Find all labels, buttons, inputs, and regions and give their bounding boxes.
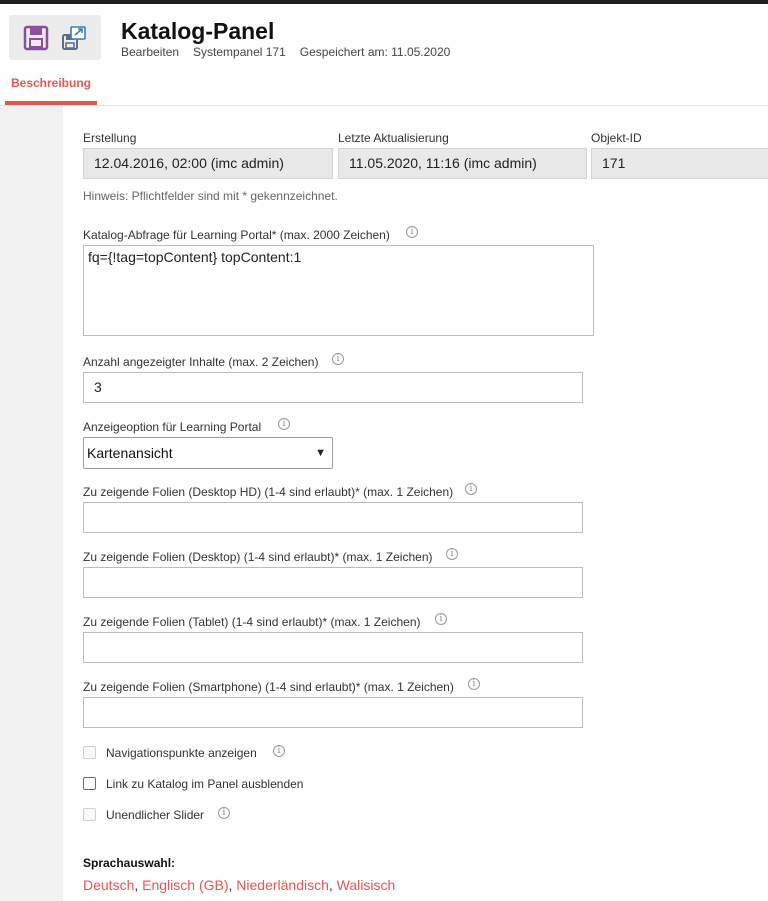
slides-tablet-label: Zu zeigende Folien (Tablet) (1-4 sind er… [83, 615, 421, 629]
tab-beschreibung[interactable]: Beschreibung [5, 76, 97, 105]
display-option-value: Kartenansicht [87, 445, 173, 461]
count-label: Anzahl angezeigter Inhalte (max. 2 Zeich… [83, 355, 319, 369]
count-input[interactable]: 3 [83, 372, 583, 403]
object-id-field: 171 [591, 148, 768, 179]
info-icon[interactable]: i [332, 353, 344, 365]
save-as-button[interactable] [61, 24, 87, 52]
language-link-niederlaendisch[interactable]: Niederländisch [236, 877, 329, 893]
required-hint: Hinweis: Pflichtfelder sind mit * gekenn… [83, 189, 338, 203]
language-list: Deutsch, Englisch (GB), Niederländisch, … [83, 877, 395, 893]
language-link-deutsch[interactable]: Deutsch [83, 877, 134, 893]
slides-desktop-label: Zu zeigende Folien (Desktop) (1-4 sind e… [83, 550, 433, 564]
info-icon[interactable]: i [273, 745, 285, 757]
window-top-bar [0, 0, 768, 4]
language-separator: , [328, 877, 337, 893]
tab-divider [0, 105, 768, 106]
created-field: 12.04.2016, 02:00 (imc admin) [83, 148, 333, 179]
hide-catalog-link-label: Link zu Katalog im Panel ausblenden [106, 777, 304, 791]
info-icon[interactable]: i [468, 678, 480, 690]
page-meta: Bearbeiten Systempanel 171 Gespeichert a… [121, 45, 450, 59]
meta-mode: Bearbeiten [121, 45, 180, 59]
query-textarea[interactable]: fq={!tag=topContent} topContent:1 [83, 245, 594, 336]
info-icon[interactable]: i [435, 613, 447, 625]
object-id-label: Objekt-ID [591, 131, 642, 145]
created-label: Erstellung [83, 131, 137, 145]
display-option-select[interactable]: Kartenansicht ▼ [83, 437, 333, 469]
save-button[interactable] [23, 24, 49, 52]
info-icon[interactable]: i [446, 548, 458, 560]
floppy-disk-icon [23, 25, 49, 51]
meta-saved-date: Gespeichert am: 11.05.2020 [299, 45, 451, 59]
hide-catalog-link-checkbox[interactable] [83, 777, 96, 790]
display-option-label: Anzeigeoption für Learning Portal [83, 420, 262, 434]
slides-smartphone-label: Zu zeigende Folien (Smartphone) (1-4 sin… [83, 680, 454, 694]
save-export-icon [62, 26, 86, 50]
info-icon[interactable]: i [278, 418, 290, 430]
chevron-down-icon: ▼ [315, 447, 326, 459]
meta-panel-id: Systempanel 171 [193, 45, 286, 59]
info-icon[interactable]: i [465, 483, 477, 495]
language-separator: , [134, 877, 143, 893]
toolbar [9, 15, 101, 60]
slides-desktop-hd-label: Zu zeigende Folien (Desktop HD) (1-4 sin… [83, 485, 454, 499]
infinite-slider-label: Unendlicher Slider [106, 808, 205, 822]
infinite-slider-checkbox[interactable] [83, 808, 96, 821]
slides-smartphone-input[interactable] [83, 697, 583, 728]
language-link-walisisch[interactable]: Walisisch [337, 877, 396, 893]
slides-tablet-input[interactable] [83, 632, 583, 663]
left-gutter [0, 106, 63, 901]
updated-label: Letzte Aktualisierung [338, 131, 449, 145]
updated-field: 11.05.2020, 11:16 (imc admin) [338, 148, 587, 179]
nav-dots-checkbox[interactable] [83, 746, 96, 759]
nav-dots-label: Navigationspunkte anzeigen [106, 746, 257, 760]
slides-desktop-hd-input[interactable] [83, 502, 583, 533]
language-selection-title: Sprachauswahl: [83, 856, 176, 870]
info-icon[interactable]: i [218, 807, 230, 819]
query-label: Katalog-Abfrage für Learning Portal* (ma… [83, 228, 390, 242]
slides-desktop-input[interactable] [83, 567, 583, 598]
page-title: Katalog-Panel [121, 18, 275, 44]
info-icon[interactable]: i [406, 226, 418, 238]
language-link-englisch[interactable]: Englisch (GB) [142, 877, 228, 893]
